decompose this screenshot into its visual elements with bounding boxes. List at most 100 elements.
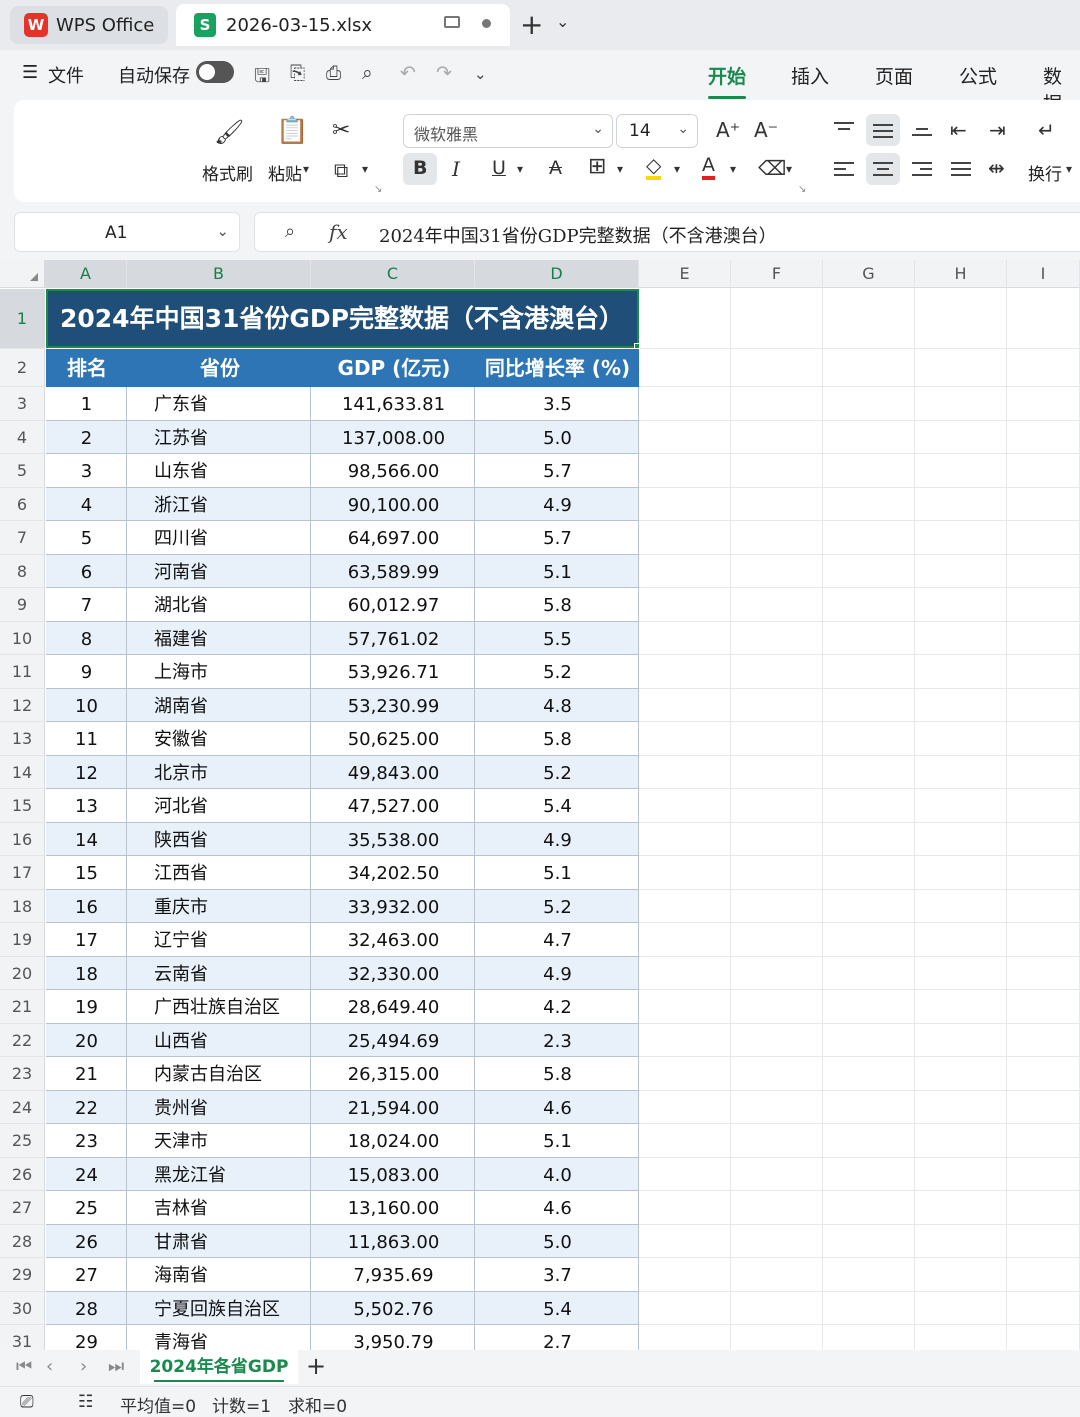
fill-color-menu-icon[interactable]: ▾ bbox=[674, 162, 680, 176]
row-header[interactable]: 24 bbox=[0, 1090, 45, 1124]
row-header[interactable]: 12 bbox=[0, 688, 45, 722]
fill-color-icon[interactable]: ◇ bbox=[646, 154, 662, 180]
distributed-align-icon[interactable]: ⇹ bbox=[988, 156, 1005, 180]
clipboard-expand-icon[interactable]: ↘ bbox=[374, 184, 382, 195]
table-cell[interactable]: 19 bbox=[46, 990, 127, 1024]
table-cell[interactable]: 18 bbox=[46, 957, 127, 991]
table-cell[interactable]: 13,160.00 bbox=[312, 1191, 475, 1225]
table-cell[interactable]: 22 bbox=[46, 1091, 127, 1125]
file-menu[interactable]: 文件 bbox=[48, 62, 84, 88]
table-cell[interactable]: 5.8 bbox=[476, 588, 639, 622]
table-cell[interactable]: 26 bbox=[46, 1225, 127, 1259]
decrease-indent-icon[interactable]: ⇤ bbox=[950, 118, 967, 142]
tab-page[interactable]: 页面 bbox=[875, 62, 913, 89]
row-header[interactable]: 18 bbox=[0, 889, 45, 923]
border-menu-icon[interactable]: ▾ bbox=[617, 162, 623, 176]
font-color-menu-icon[interactable]: ▾ bbox=[730, 162, 736, 176]
menu-icon[interactable]: ☰ bbox=[22, 62, 38, 83]
table-cell[interactable]: 5.1 bbox=[476, 555, 639, 589]
new-tab-menu-icon[interactable]: ⌄ bbox=[556, 12, 569, 31]
first-sheet-icon[interactable]: ⏮ bbox=[16, 1356, 32, 1377]
quick-access-more-icon[interactable]: ⌄ bbox=[474, 65, 487, 83]
paste-button[interactable]: 粘贴 bbox=[268, 160, 302, 185]
column-header-d[interactable]: D bbox=[475, 260, 639, 288]
table-cell[interactable]: 7 bbox=[46, 588, 127, 622]
table-header-cell[interactable]: 省份 bbox=[128, 349, 312, 387]
table-cell[interactable]: 32,330.00 bbox=[312, 957, 475, 991]
table-cell[interactable]: 4.8 bbox=[476, 689, 639, 723]
table-cell[interactable]: 33,932.00 bbox=[312, 890, 475, 924]
row-header[interactable]: 23 bbox=[0, 1057, 45, 1091]
table-cell[interactable]: 9 bbox=[46, 655, 127, 689]
table-cell[interactable]: 4.0 bbox=[476, 1158, 639, 1192]
table-cell[interactable]: 广西壮族自治区 bbox=[128, 990, 311, 1024]
table-cell[interactable]: 25,494.69 bbox=[312, 1024, 475, 1058]
table-cell[interactable]: 江西省 bbox=[128, 856, 311, 890]
print-icon[interactable]: ⎙ bbox=[326, 62, 341, 84]
font-color-icon[interactable]: A bbox=[702, 154, 715, 180]
column-header-i[interactable]: I bbox=[1007, 260, 1080, 288]
table-cell[interactable]: 3.7 bbox=[476, 1258, 639, 1292]
tab-home[interactable]: 开始 bbox=[708, 62, 747, 99]
table-cell[interactable]: 贵州省 bbox=[128, 1091, 311, 1125]
table-cell[interactable]: 上海市 bbox=[128, 655, 311, 689]
cut-icon[interactable]: ✂ bbox=[332, 118, 350, 143]
font-name-select[interactable]: 微软雅黑 ⌄ bbox=[403, 114, 613, 148]
table-cell[interactable]: 13 bbox=[46, 789, 127, 823]
align-bottom-icon[interactable] bbox=[912, 128, 932, 144]
table-cell[interactable]: 35,538.00 bbox=[312, 823, 475, 857]
autosave-toggle[interactable] bbox=[196, 61, 234, 83]
table-cell[interactable]: 四川省 bbox=[128, 521, 311, 555]
column-header-c[interactable]: C bbox=[311, 260, 475, 288]
save-icon[interactable]: 🖫 bbox=[254, 62, 270, 94]
table-cell[interactable]: 57,761.02 bbox=[312, 622, 475, 656]
row-header[interactable]: 21 bbox=[0, 990, 45, 1024]
table-cell[interactable]: 4.6 bbox=[476, 1191, 639, 1225]
table-cell[interactable]: 5.1 bbox=[476, 1124, 639, 1158]
table-cell[interactable]: 5 bbox=[46, 521, 127, 555]
table-cell[interactable]: 18,024.00 bbox=[312, 1124, 475, 1158]
table-cell[interactable]: 5,502.76 bbox=[312, 1292, 475, 1326]
zoom-icon[interactable]: ⌕ bbox=[285, 221, 295, 242]
table-cell[interactable]: 11,863.00 bbox=[312, 1225, 475, 1259]
table-cell[interactable]: 2.7 bbox=[476, 1325, 639, 1350]
row-header[interactable]: 29 bbox=[0, 1258, 45, 1292]
table-cell[interactable]: 49,843.00 bbox=[312, 756, 475, 790]
table-cell[interactable]: 2 bbox=[46, 421, 127, 455]
table-cell[interactable]: 53,926.71 bbox=[312, 655, 475, 689]
border-icon[interactable]: ⊞ bbox=[588, 154, 606, 179]
table-header-cell[interactable]: 同比增长率 (%) bbox=[476, 349, 639, 387]
table-cell[interactable]: 4.9 bbox=[476, 488, 639, 522]
row-header[interactable]: 4 bbox=[0, 420, 45, 454]
redo-icon[interactable]: ↷ bbox=[436, 62, 452, 84]
row-header[interactable]: 10 bbox=[0, 621, 45, 655]
table-cell[interactable]: 4.2 bbox=[476, 990, 639, 1024]
table-cell[interactable]: 14 bbox=[46, 823, 127, 857]
table-cell[interactable]: 60,012.97 bbox=[312, 588, 475, 622]
table-cell[interactable]: 北京市 bbox=[128, 756, 311, 790]
document-tab[interactable]: S 2026-03-15.xlsx bbox=[176, 4, 510, 46]
table-cell[interactable]: 4 bbox=[46, 488, 127, 522]
row-header[interactable]: 28 bbox=[0, 1224, 45, 1258]
table-cell[interactable]: 浙江省 bbox=[128, 488, 311, 522]
row-header[interactable]: 14 bbox=[0, 755, 45, 789]
formula-bar[interactable]: ⌕ fx 2024年中国31省份GDP完整数据（不含港澳台） bbox=[254, 212, 1080, 252]
table-cell[interactable]: 21,594.00 bbox=[312, 1091, 475, 1125]
table-cell[interactable]: 24 bbox=[46, 1158, 127, 1192]
table-cell[interactable]: 内蒙古自治区 bbox=[128, 1057, 311, 1091]
table-cell[interactable]: 141,633.81 bbox=[312, 387, 475, 421]
table-cell[interactable]: 5.2 bbox=[476, 756, 639, 790]
justify-icon[interactable] bbox=[951, 162, 971, 178]
formula-content[interactable]: 2024年中国31省份GDP完整数据（不含港澳台） bbox=[379, 222, 777, 248]
add-sheet-button[interactable]: + bbox=[306, 1352, 326, 1380]
bold-icon[interactable]: B bbox=[413, 157, 427, 179]
tab-formula[interactable]: 公式 bbox=[959, 62, 997, 89]
table-cell[interactable]: 63,589.99 bbox=[312, 555, 475, 589]
table-cell[interactable]: 32,463.00 bbox=[312, 923, 475, 957]
table-cell[interactable]: 5.2 bbox=[476, 655, 639, 689]
table-cell[interactable]: 11 bbox=[46, 722, 127, 756]
table-cell[interactable]: 5.4 bbox=[476, 789, 639, 823]
align-top-icon[interactable] bbox=[834, 122, 854, 138]
table-header-cell[interactable]: 排名 bbox=[46, 349, 128, 387]
table-cell[interactable]: 广东省 bbox=[128, 387, 311, 421]
